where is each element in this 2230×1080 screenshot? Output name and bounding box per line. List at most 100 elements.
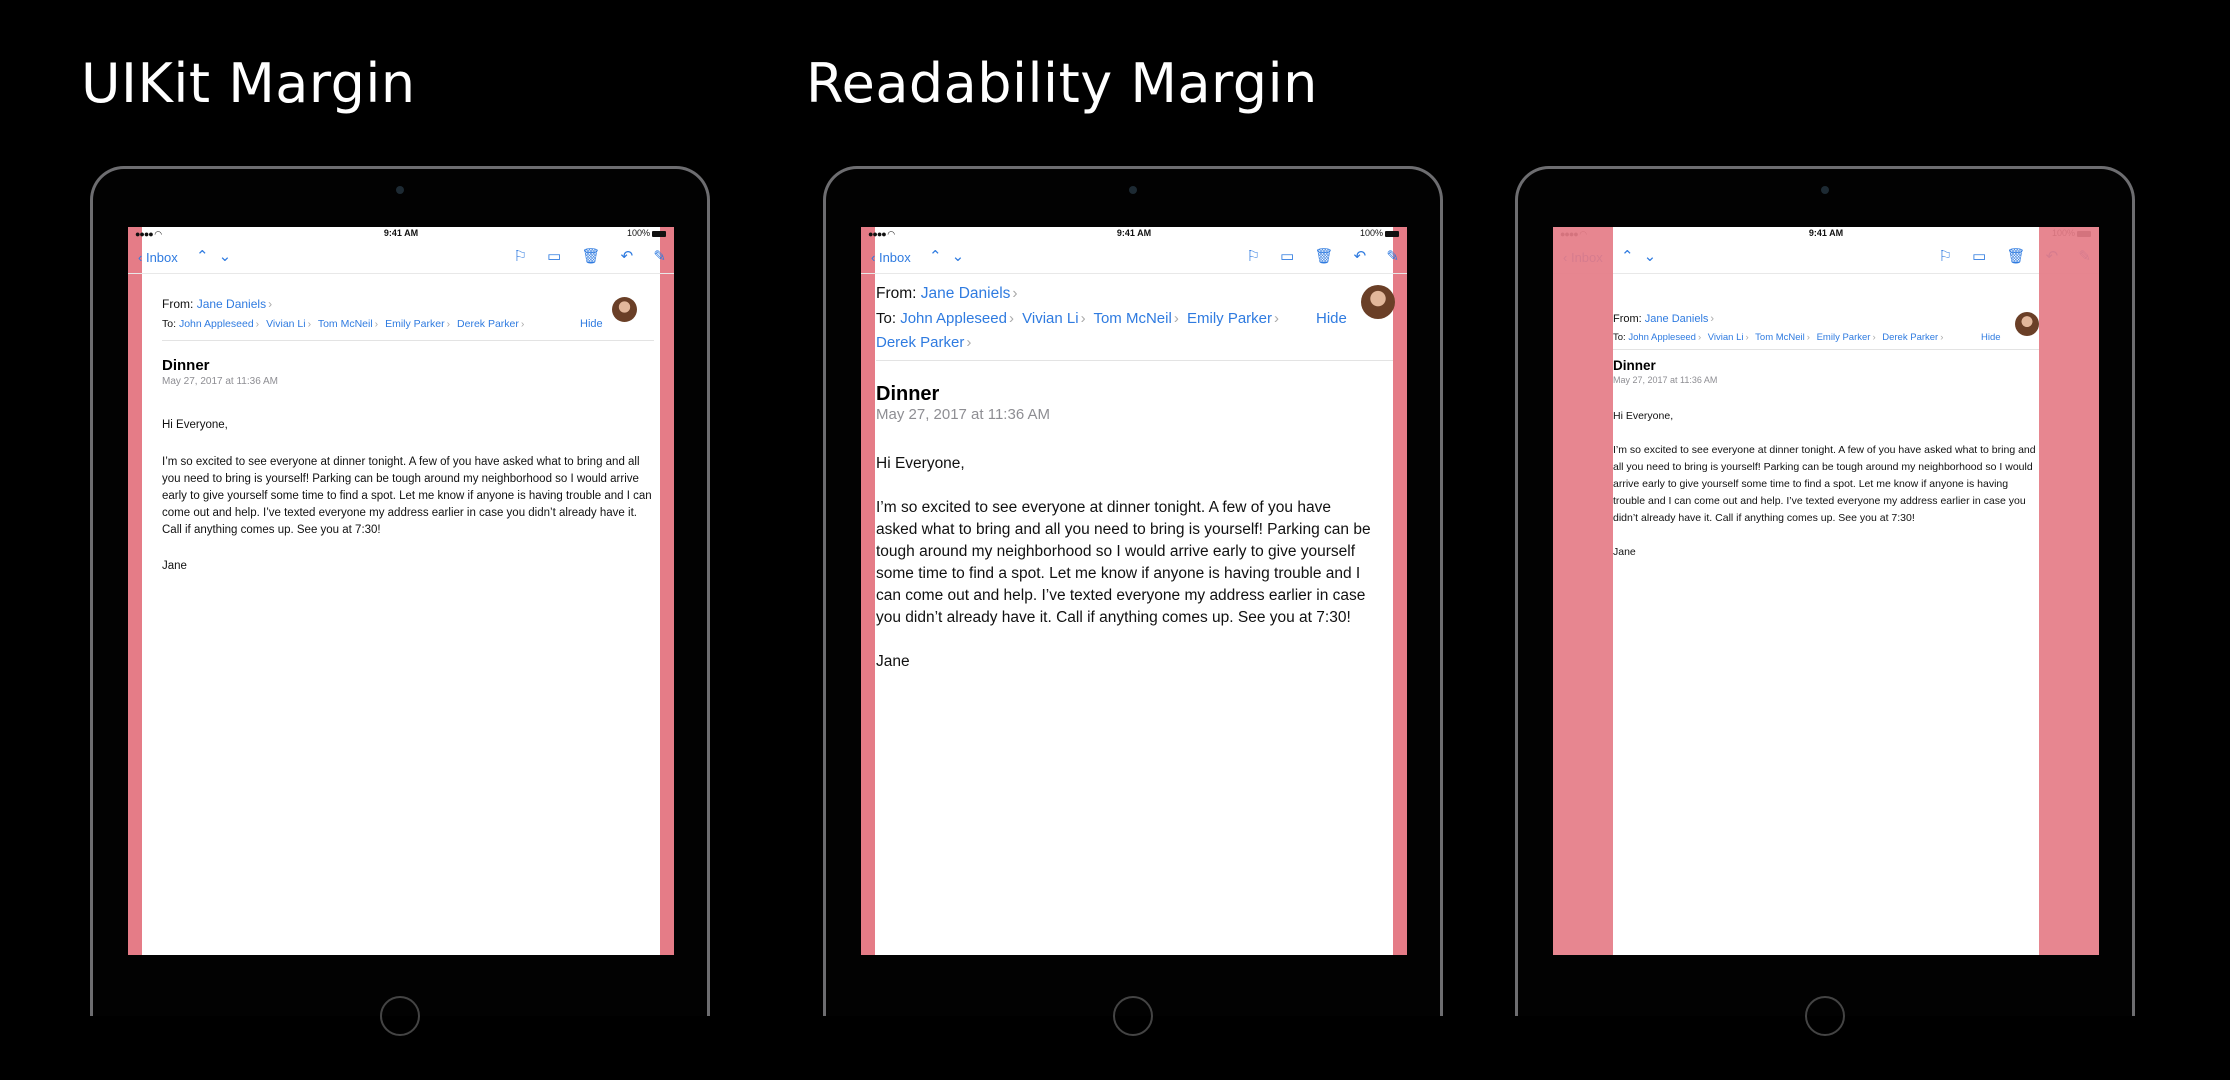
recipient[interactable]: Derek Parker [457, 318, 519, 330]
email-subject: Dinner [1613, 358, 1656, 373]
flag-icon: ⚐ [513, 248, 527, 265]
ipad-readability-margin-highlight: ●●●● ◠ 9:41 AM 100% ‹ Inbox ⌃⌄ ⚐ ▭ 🗑 ↶ ✎… [1515, 166, 2135, 1036]
mail-toolbar: ‹ Inbox ⌃⌄ ⚐ ▭ 🗑 ↶ ✎ [1553, 241, 2099, 274]
status-time: 9:41 AM [383, 228, 419, 238]
mail-toolbar: ‹ Inbox ⌃⌄ ⚐ ▭ 🗑 ↶ ✎ [861, 241, 1407, 274]
email-greeting: Hi Everyone, [1613, 410, 1674, 422]
status-bar: ●●●● ◠ 9:41 AM 100% [861, 227, 1407, 239]
message-nav[interactable]: ⌃⌄ [196, 247, 241, 265]
sender-name[interactable]: Jane Daniels [921, 285, 1011, 302]
recipient[interactable]: Vivian Li [1022, 310, 1078, 327]
compose-icon: ✎ [653, 248, 666, 265]
hide-button[interactable]: Hide [580, 318, 603, 330]
recipient[interactable]: Derek Parker [876, 334, 964, 351]
chevron-up-icon: ⌃ [1621, 248, 1644, 265]
folder-icon: ▭ [1972, 248, 1987, 265]
status-time: 9:41 AM [1808, 228, 1844, 238]
mail-screen: ●●●● ◠ 9:41 AM 100% ‹ Inbox ⌃⌄ ⚐ ▭ 🗑 ↶ ✎… [861, 227, 1407, 955]
to-label: To: [876, 310, 897, 327]
avatar[interactable] [2015, 312, 2039, 336]
recipient[interactable]: John Appleseed [900, 310, 1007, 327]
mail-screen: ●●●● ◠ 9:41 AM 100% ‹ Inbox ⌃⌄ ⚐ ▭ 🗑 ↶ ✎… [1553, 227, 2099, 955]
chevron-down-icon: ⌄ [218, 248, 242, 265]
email-signature: Jane [162, 560, 187, 572]
recipient[interactable]: Emily Parker [1817, 332, 1871, 343]
status-time: 9:41 AM [1116, 228, 1152, 238]
camera [1821, 186, 1829, 194]
battery-indicator: 100% [627, 228, 666, 238]
recipient[interactable]: Vivian Li [1708, 332, 1744, 343]
camera [396, 186, 404, 194]
recipient[interactable]: Tom McNeil [1093, 310, 1171, 327]
folder-icon: ▭ [547, 248, 562, 265]
recipient[interactable]: Derek Parker [1882, 332, 1938, 343]
avatar[interactable] [612, 297, 637, 322]
from-label: From: [876, 285, 917, 302]
back-inbox-button[interactable]: ‹ Inbox [138, 250, 178, 265]
to-label: To: [162, 318, 177, 330]
battery-icon [652, 230, 666, 237]
mail-screen: ●●●● ◠ 9:41 AM 100% ‹ Inbox ⌃⌄ ⚐ ▭ 🗑 ↶ ✎… [128, 227, 674, 955]
trash-icon: 🗑 [581, 248, 601, 265]
chevron-left-icon: ‹ [871, 250, 876, 265]
avatar[interactable] [1361, 285, 1395, 319]
email-content: From: Jane Daniels › To: John Appleseed › … [128, 275, 674, 955]
camera [1129, 186, 1137, 194]
trash-icon: 🗑 [2006, 248, 2026, 265]
battery-indicator: 100% [1360, 228, 1399, 238]
battery-icon [1385, 230, 1399, 237]
sender-name[interactable]: Jane Daniels [197, 297, 266, 311]
chevron-up-icon: ⌃ [929, 248, 952, 265]
home-button[interactable] [380, 996, 420, 1036]
email-greeting: Hi Everyone, [162, 419, 228, 431]
email-body: I’m so excited to see everyone at dinner… [1613, 444, 2036, 524]
divider [162, 340, 654, 341]
email-content: From: Jane Daniels › To: John Appleseed › … [861, 275, 1407, 955]
ipad-readability-margin: ●●●● ◠ 9:41 AM 100% ‹ Inbox ⌃⌄ ⚐ ▭ 🗑 ↶ ✎… [823, 166, 1443, 1036]
message-nav[interactable]: ⌃⌄ [1621, 247, 1666, 265]
email-subject: Dinner [162, 357, 210, 374]
email-date: May 27, 2017 at 11:36 AM [876, 406, 1051, 423]
recipient[interactable]: John Appleseed [1628, 332, 1696, 343]
trash-icon: 🗑 [1314, 248, 1334, 265]
chevron-down-icon: ⌄ [1643, 248, 1667, 265]
chevron-left-icon: ‹ [138, 250, 143, 265]
reply-icon: ↶ [1353, 248, 1367, 265]
folder-icon: ▭ [1280, 248, 1295, 265]
flag-icon: ⚐ [1938, 248, 1952, 265]
hide-button[interactable]: Hide [1981, 332, 2001, 343]
toolbar-actions[interactable]: ⚐ ▭ 🗑 ↶ ✎ [513, 247, 666, 265]
email-signature: Jane [876, 653, 910, 670]
compose-icon: ✎ [1386, 248, 1399, 265]
status-bar: ●●●● ◠ 9:41 AM 100% [128, 227, 674, 239]
recipient[interactable]: Emily Parker [1187, 310, 1272, 327]
email-subject: Dinner [876, 383, 940, 405]
heading-uikit-margin: UIKit Margin [81, 52, 416, 115]
recipient[interactable]: Tom McNeil [318, 318, 373, 330]
divider [876, 360, 1393, 361]
home-button[interactable] [1113, 996, 1153, 1036]
heading-readability-margin: Readability Margin [806, 52, 1318, 115]
reply-icon: ↶ [620, 248, 634, 265]
message-nav[interactable]: ⌃⌄ [929, 247, 974, 265]
from-label: From: [1613, 313, 1642, 325]
to-label: To: [1613, 332, 1626, 343]
back-inbox-button[interactable]: ‹ Inbox [871, 250, 911, 265]
recipient[interactable]: Emily Parker [385, 318, 445, 330]
email-body: I’m so excited to see everyone at dinner… [162, 456, 652, 536]
recipient[interactable]: John Appleseed [179, 318, 254, 330]
email-date: May 27, 2017 at 11:36 AM [1613, 375, 1718, 385]
email-body: I’m so excited to see everyone at dinner… [876, 499, 1371, 626]
toolbar-actions[interactable]: ⚐ ▭ 🗑 ↶ ✎ [1246, 247, 1399, 265]
email-content: From: Jane Daniels › To: John Appleseed › … [1553, 275, 2099, 955]
recipient[interactable]: Tom McNeil [1755, 332, 1805, 343]
mail-toolbar: ‹ Inbox ⌃⌄ ⚐ ▭ 🗑 ↶ ✎ [128, 241, 674, 274]
chevron-up-icon: ⌃ [196, 248, 219, 265]
sender-name[interactable]: Jane Daniels [1645, 313, 1709, 325]
divider [1613, 349, 2039, 350]
home-button[interactable] [1805, 996, 1845, 1036]
recipient[interactable]: Vivian Li [266, 318, 306, 330]
hide-button[interactable]: Hide [1316, 310, 1347, 327]
status-bar: ●●●● ◠ 9:41 AM 100% [1553, 227, 2099, 239]
chevron-down-icon: ⌄ [951, 248, 975, 265]
